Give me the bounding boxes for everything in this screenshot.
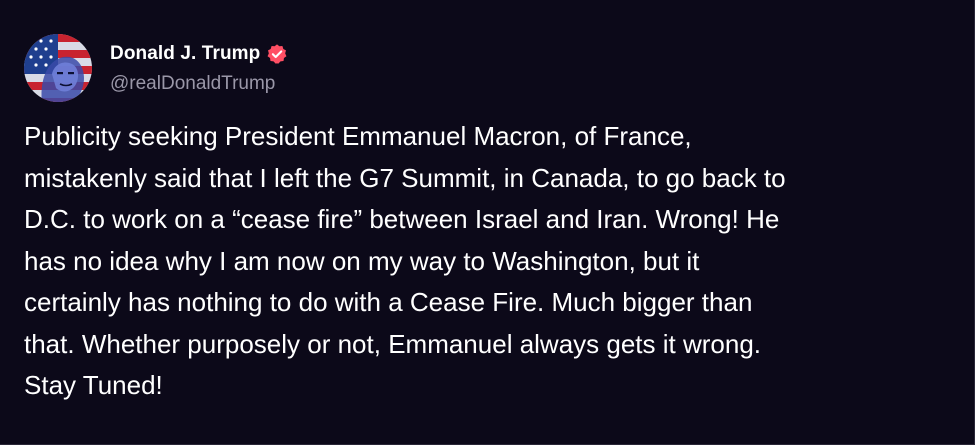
post-text-line: certainly has nothing to do with a Cease… bbox=[24, 287, 753, 317]
post-text-line: D.C. to work on a “cease fire” between I… bbox=[24, 204, 780, 234]
post-text-line: has no idea why I am now on my way to Wa… bbox=[24, 245, 700, 276]
author-identity: Donald J. Trump @realDonaldTrump bbox=[110, 41, 288, 95]
post-card: Donald J. Trump @realDonaldTrump Publici… bbox=[0, 0, 975, 445]
author-display-name[interactable]: Donald J. Trump bbox=[110, 43, 260, 65]
verified-badge-icon bbox=[266, 43, 288, 65]
post-text: Publicity seeking President Emmanuel Mac… bbox=[24, 116, 944, 407]
post-text-line: Publicity seeking President Emmanuel Mac… bbox=[24, 121, 692, 151]
avatar[interactable] bbox=[24, 34, 92, 102]
author-handle[interactable]: @realDonaldTrump bbox=[110, 73, 288, 95]
post-text-line: Stay Tuned! bbox=[24, 370, 163, 400]
post-header: Donald J. Trump @realDonaldTrump bbox=[24, 34, 288, 102]
name-row: Donald J. Trump bbox=[110, 41, 288, 67]
avatar-image bbox=[24, 34, 92, 102]
post-text-line: mistakenly said that I left the G7 Summi… bbox=[24, 162, 786, 193]
post-text-line: that. Whether purposely or not, Emmanuel… bbox=[24, 328, 762, 359]
